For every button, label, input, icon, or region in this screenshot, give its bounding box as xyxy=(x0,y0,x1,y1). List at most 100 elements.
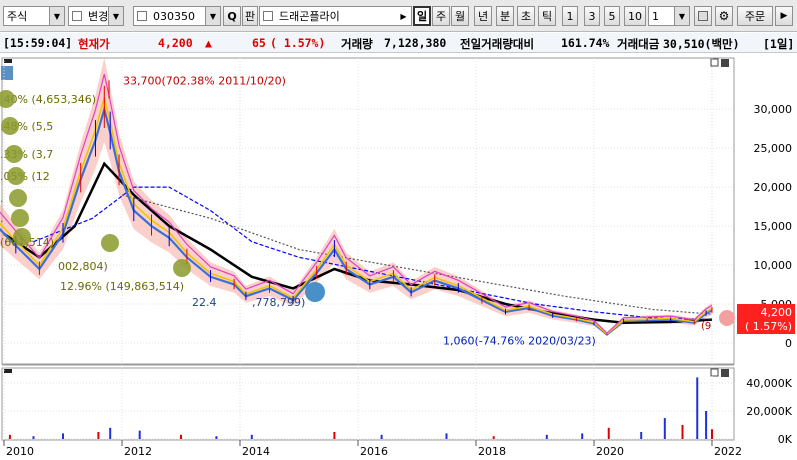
chevron-down-icon: ▼ xyxy=(49,7,64,25)
volume-bar xyxy=(62,433,64,439)
stock-name-field[interactable]: 드래곤플라이 ▶ xyxy=(259,6,412,26)
chevron-down-icon: ▼ xyxy=(674,7,689,25)
chevron-right-icon: ▶ xyxy=(780,11,788,21)
marker-dot xyxy=(305,282,325,302)
market-type-value: 주식 xyxy=(7,10,28,23)
tab-minute-label: 분 xyxy=(499,10,511,23)
retracement-dot xyxy=(101,234,119,252)
volume-bar xyxy=(640,432,643,439)
volume-bar xyxy=(8,434,11,439)
checkbox-icon xyxy=(263,11,273,21)
save-button[interactable] xyxy=(694,6,712,26)
volume-bar xyxy=(696,377,699,439)
trade-value: 30,510(백만) xyxy=(663,37,740,51)
tab-year-label: 년 xyxy=(477,10,489,23)
close-icon[interactable] xyxy=(721,369,729,377)
retracement-dot xyxy=(173,259,191,277)
chevron-down-icon: ▼ xyxy=(108,7,123,25)
tab-day[interactable]: 일 xyxy=(413,6,431,26)
interval-3-button[interactable]: 3 xyxy=(584,6,600,26)
search-button[interactable]: Q xyxy=(223,6,241,26)
volume-label: 거래량 xyxy=(341,37,373,51)
count-select[interactable]: 1 ▼ xyxy=(648,6,690,26)
interval-1-label: 1 xyxy=(566,9,574,23)
volume-bar xyxy=(681,425,684,439)
right-hint-label: (9 xyxy=(701,321,711,332)
panel-handle-icon[interactable] xyxy=(4,369,12,373)
panel-handle-icon[interactable] xyxy=(4,59,12,63)
checkbox-icon xyxy=(137,11,147,21)
toolbar: 주식 ▼ 변경 ▼ 030350 ▼ Q 판 드래곤플라이 ▶ 일 주 월 년 … xyxy=(0,0,797,32)
volume-bar xyxy=(705,411,708,439)
y-tick-label: 10,000 xyxy=(754,259,793,272)
chevron-down-icon: ▼ xyxy=(205,7,220,25)
interval-5-button[interactable]: 5 xyxy=(604,6,620,26)
interval-5-label: 5 xyxy=(608,9,616,23)
pan-button[interactable]: 판 xyxy=(242,6,258,26)
retracement-dot xyxy=(11,209,29,227)
volume-bar xyxy=(138,430,141,439)
y-tick-label: 25,000 xyxy=(754,142,793,155)
prev-volume-ratio: 161.74% xyxy=(561,36,610,50)
x-tick-label: 2016 xyxy=(360,445,388,458)
x-tick-label: 2018 xyxy=(478,445,506,458)
retracement-label: 12.96% (149,863,514) xyxy=(60,280,184,293)
prev-volume-label: 전일거래량대비 xyxy=(460,37,535,51)
gear-icon: ⚙ xyxy=(718,9,730,23)
high-annotation: 33,700(702.38% 2011/10/20) xyxy=(123,74,286,87)
chart-svg[interactable]: 30,00025,00020,00015,00010,0005,000040,0… xyxy=(0,56,797,460)
stock-name-value: 드래곤플라이 xyxy=(279,10,340,23)
y-tick-label: 30,000 xyxy=(754,103,793,116)
chart-area[interactable]: 30,00025,00020,00015,00010,0005,000040,0… xyxy=(0,56,797,460)
volume-bar xyxy=(711,429,713,439)
current-price-label: 현재가 xyxy=(78,37,110,51)
settings-button[interactable]: ⚙ xyxy=(715,6,733,26)
retracement-dot xyxy=(9,189,27,207)
retracement-dot xyxy=(7,167,25,185)
caret-right-icon: ▶ xyxy=(396,7,411,25)
tab-month[interactable]: 월 xyxy=(451,6,469,26)
order-button[interactable]: 주문 xyxy=(737,6,773,26)
volume-bar xyxy=(97,432,100,439)
change-select[interactable]: 변경 ▼ xyxy=(68,6,124,26)
last-price-label: 4,200 xyxy=(761,306,793,319)
tab-year[interactable]: 년 xyxy=(474,6,492,26)
stock-code-input[interactable]: 030350 ▼ xyxy=(133,6,221,26)
tab-tick-label: 틱 xyxy=(541,10,553,23)
tab-month-label: 월 xyxy=(454,10,466,23)
market-type-select[interactable]: 주식 ▼ xyxy=(3,6,65,26)
volume-bar xyxy=(250,434,253,439)
x-tick-label: 2010 xyxy=(6,445,34,458)
more-button[interactable]: ▶ xyxy=(775,6,793,26)
y-tick-label: 0 xyxy=(785,337,792,350)
search-icon: Q xyxy=(227,9,237,23)
volume-tick-label: 40,000K xyxy=(746,377,792,390)
low-annotation: 1,060(-74.76% 2020/03/23) xyxy=(443,334,596,347)
tab-tick[interactable]: 틱 xyxy=(538,6,556,26)
tab-minute[interactable]: 분 xyxy=(496,6,514,26)
retracement-label: . xyxy=(0,212,4,225)
volume-bar xyxy=(581,433,584,439)
current-price: 4,200 xyxy=(158,36,193,50)
retracement-dot xyxy=(5,145,23,163)
trade-value-label: 거래대금 xyxy=(617,37,660,51)
interval-10-label: 10 xyxy=(628,9,642,23)
price-change-pct: ( 1.57%) xyxy=(270,36,326,50)
y-tick-label: 20,000 xyxy=(754,181,793,194)
zoom-icon[interactable] xyxy=(1,66,13,80)
tab-second[interactable]: 초 xyxy=(517,6,535,26)
x-tick-label: 2012 xyxy=(124,445,152,458)
close-icon[interactable] xyxy=(721,59,729,67)
period-indicator: [1일] xyxy=(763,37,795,51)
last-change-label: ( 1.57%) xyxy=(745,320,792,333)
volume-bar xyxy=(445,433,448,439)
checkbox-icon xyxy=(72,11,82,21)
interval-1-button[interactable]: 1 xyxy=(562,6,578,26)
mid-label: 22.4 xyxy=(192,296,217,309)
volume-panel xyxy=(1,367,735,441)
change-label: 변경 xyxy=(88,10,108,23)
tab-week[interactable]: 주 xyxy=(432,6,450,26)
interval-10-button[interactable]: 10 xyxy=(624,6,646,26)
quote-time: [15:59:04] xyxy=(3,36,73,50)
x-tick-label: 2022 xyxy=(714,445,742,458)
